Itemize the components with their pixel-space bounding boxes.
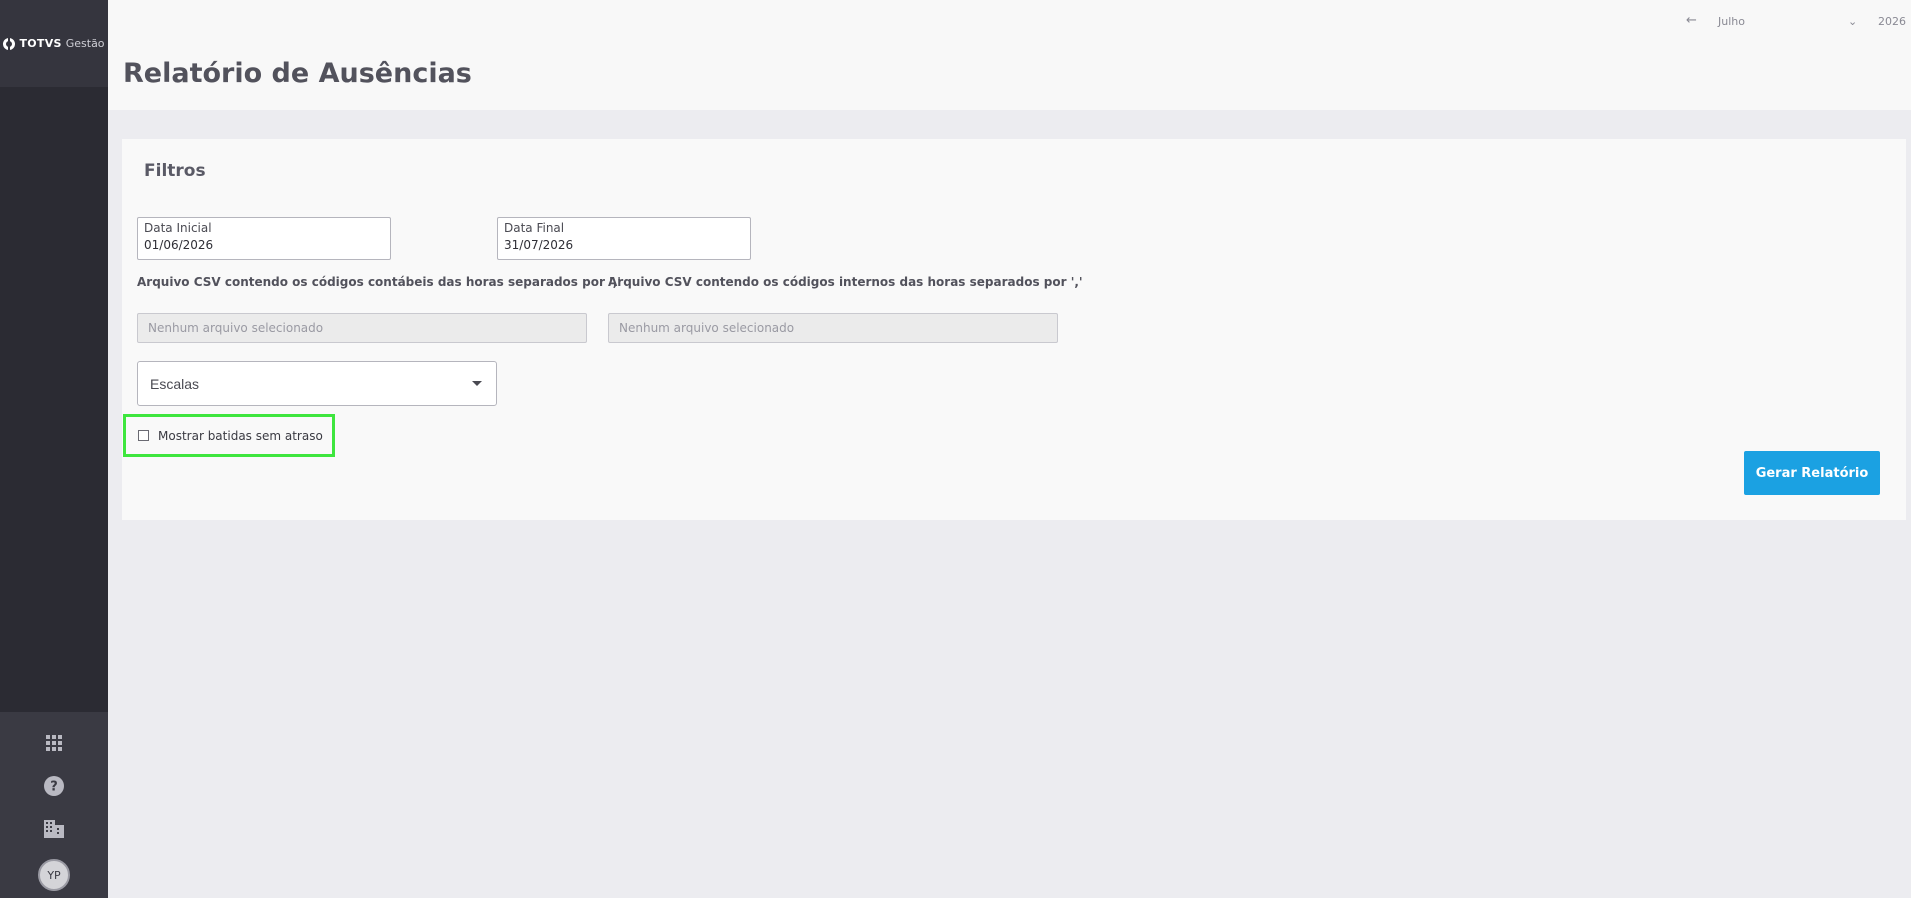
end-date-value[interactable]: 31/07/2026 [504, 236, 744, 254]
company-building-icon[interactable] [42, 817, 66, 841]
logo[interactable]: TOTVS Gestão [0, 0, 108, 87]
generate-report-button[interactable]: Gerar Relatório [1744, 451, 1880, 495]
csv-accounting-file-input[interactable]: Nenhum arquivo selecionado [137, 313, 587, 343]
page-header: Relatório de Ausências ← Julho ⌄ 2026 ⌄ … [108, 0, 1911, 110]
csv-accounting-label: Arquivo CSV contendo os códigos contábei… [137, 275, 621, 289]
apps-grid-icon[interactable] [42, 731, 66, 755]
chevron-down-icon[interactable]: ⌄ [1848, 15, 1857, 28]
filters-title: Filtros [144, 161, 206, 181]
scales-select-value: Escalas [150, 375, 200, 392]
month-select[interactable]: Julho [1718, 15, 1745, 28]
sidebar: TOTVS Gestão ? YP [0, 0, 108, 898]
show-punches-checkbox[interactable] [138, 430, 149, 441]
svg-text:?: ? [50, 780, 58, 795]
period-navigator: ← Julho ⌄ 2026 ⌄ → [1678, 12, 1906, 32]
start-date-value[interactable]: 01/06/2026 [144, 236, 384, 254]
end-date-label: Data Final [504, 221, 565, 235]
help-icon[interactable]: ? [42, 774, 66, 798]
logo-product: Gestão [65, 37, 105, 50]
totvs-logo-icon [3, 37, 16, 50]
page-title: Relatório de Ausências [123, 58, 472, 89]
user-avatar[interactable]: YP [38, 859, 70, 891]
start-date-label: Data Inicial [144, 221, 212, 235]
end-date-field[interactable]: Data Final 31/07/2026 [497, 217, 751, 260]
filters-card: Filtros Data Inicial 01/06/2026 Data Fin… [122, 139, 1906, 520]
year-select[interactable]: 2026 [1878, 15, 1906, 28]
show-punches-checkbox-row[interactable]: Mostrar batidas sem atraso [123, 414, 335, 457]
csv-internal-label: Arquivo CSV contendo os códigos internos… [608, 275, 1083, 289]
scales-select[interactable]: Escalas [137, 361, 497, 406]
csv-internal-file-input[interactable]: Nenhum arquivo selecionado [608, 313, 1058, 343]
logo-brand: TOTVS [19, 37, 62, 50]
arrow-left-icon[interactable]: ← [1686, 13, 1697, 28]
caret-down-icon [472, 381, 482, 386]
show-punches-label[interactable]: Mostrar batidas sem atraso [158, 429, 323, 443]
start-date-field[interactable]: Data Inicial 01/06/2026 [137, 217, 391, 260]
